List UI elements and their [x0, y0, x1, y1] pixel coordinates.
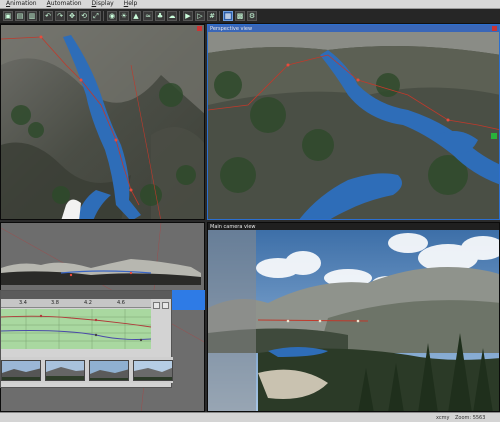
- perspective-viewport[interactable]: Perspective view: [207, 24, 500, 220]
- main-toolbar: ▣ ▤ ▥ ↶ ↷ ✥ ⟲ ⤢ ◉ ☀ ▲ ≈ ♣ ☁ ▶ ▷ # ▦ ▩ ⚙: [0, 9, 500, 24]
- toolbar-separator: [179, 11, 181, 21]
- main-camera-viewport[interactable]: Main camera view: [207, 222, 500, 412]
- toolbar-separator: [39, 11, 41, 21]
- settings-icon[interactable]: ⚙: [247, 11, 257, 21]
- perspective-render: [208, 32, 499, 219]
- menu-help[interactable]: Help: [124, 0, 138, 8]
- grid-icon[interactable]: #: [207, 11, 217, 21]
- open-icon[interactable]: ▤: [15, 11, 25, 21]
- tick-label: 4.2: [84, 300, 92, 306]
- status-bar: xcmy Zoom: 5563: [0, 412, 500, 422]
- key-delete-icon[interactable]: [162, 302, 169, 309]
- tick-label: 4.6: [117, 300, 125, 306]
- top-view-render: [1, 25, 204, 219]
- curve-graph-svg: [0, 309, 152, 349]
- view-mode-icon[interactable]: ▦: [223, 11, 233, 21]
- keyframe-thumbnail[interactable]: [45, 360, 85, 381]
- terrain-icon[interactable]: ▲: [131, 11, 141, 21]
- viewport-title: Perspective view: [210, 26, 253, 32]
- animation-timeline-panel[interactable]: 3.4 3.8 4.2 4.6: [0, 290, 173, 388]
- camera-render: [208, 230, 499, 411]
- menu-animation[interactable]: Animation: [6, 0, 37, 8]
- toolbar-separator: [103, 11, 105, 21]
- redo-icon[interactable]: ↷: [55, 11, 65, 21]
- top-view-viewport[interactable]: [0, 24, 205, 220]
- preview-icon[interactable]: ▷: [195, 11, 205, 21]
- status-zoom: Zoom: 5563: [455, 415, 486, 421]
- new-scene-icon[interactable]: ▣: [3, 11, 13, 21]
- curve-graph[interactable]: [0, 309, 152, 349]
- tick-label: 3.8: [51, 300, 59, 306]
- key-add-icon[interactable]: [153, 302, 160, 309]
- menu-automation[interactable]: Automation: [47, 0, 82, 8]
- menu-bar: Animation Automation Display Help: [0, 0, 500, 9]
- toolbar-separator: [219, 11, 221, 21]
- rotate-icon[interactable]: ⟲: [79, 11, 89, 21]
- timeline-ruler[interactable]: 3.4 3.8 4.2 4.6: [1, 299, 151, 308]
- layout-icon[interactable]: ▩: [235, 11, 245, 21]
- timeline-tools: [151, 300, 173, 326]
- keyframe-thumbnails: [1, 357, 173, 383]
- viewport-close-icon[interactable]: [197, 26, 202, 31]
- scale-icon[interactable]: ⤢: [91, 11, 101, 21]
- selection-highlight: [172, 290, 205, 310]
- timeline-header: [1, 291, 173, 299]
- tree-icon[interactable]: ♣: [155, 11, 165, 21]
- save-icon[interactable]: ▥: [27, 11, 37, 21]
- tick-label: 3.4: [19, 300, 27, 306]
- undo-icon[interactable]: ↶: [43, 11, 53, 21]
- render-icon[interactable]: ▶: [183, 11, 193, 21]
- keyframe-thumbnail[interactable]: [89, 360, 129, 381]
- keyframe-thumbnail[interactable]: [133, 360, 173, 381]
- move-icon[interactable]: ✥: [67, 11, 77, 21]
- keyframe-thumbnail[interactable]: [1, 360, 41, 381]
- viewport-title: Main camera view: [210, 224, 256, 230]
- terrain-editor-window: Animation Automation Display Help ▣ ▤ ▥ …: [0, 0, 500, 422]
- water-icon[interactable]: ≈: [143, 11, 153, 21]
- camera-icon[interactable]: ◉: [107, 11, 117, 21]
- menu-display[interactable]: Display: [92, 0, 114, 8]
- status-coordinates: xcmy: [436, 415, 450, 421]
- light-icon[interactable]: ☀: [119, 11, 129, 21]
- cloud-icon[interactable]: ☁: [167, 11, 177, 21]
- viewport-close-icon[interactable]: [492, 26, 497, 31]
